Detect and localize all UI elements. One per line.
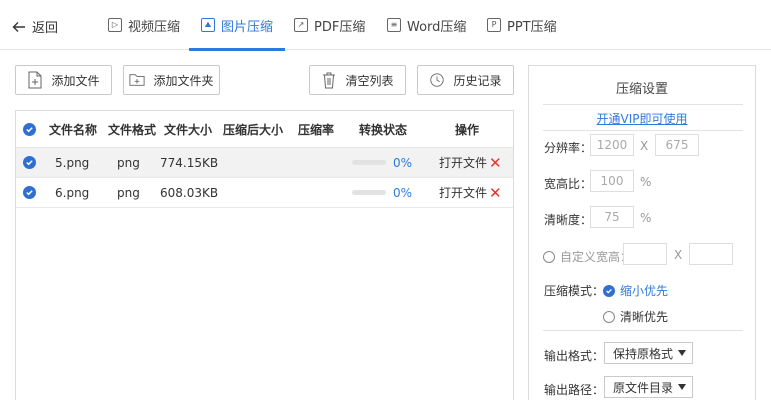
tab-label: 视频压缩 xyxy=(128,19,181,35)
mode-option-label: 清晰优先 xyxy=(620,310,669,324)
check-icon xyxy=(26,190,33,196)
resolution-x: X xyxy=(640,139,649,153)
trash-icon xyxy=(323,72,336,89)
radio-checked-icon xyxy=(603,284,615,297)
arrow-left-icon xyxy=(12,21,25,32)
tab-pdf-compress[interactable]: ↗ PDF压缩 xyxy=(294,0,365,50)
divider xyxy=(543,330,743,331)
file-size: 774.15KB xyxy=(160,155,219,170)
tab-label: Word压缩 xyxy=(407,19,467,35)
table-row[interactable]: 5.png png 774.15KB 0% 打开文件 ✕ xyxy=(16,148,513,178)
check-icon xyxy=(26,160,33,166)
column-header: 压缩后大小 xyxy=(223,122,284,137)
word-file-icon: ≡ xyxy=(387,18,401,32)
add-file-button[interactable]: 添加文件 xyxy=(15,65,112,95)
output-format-select[interactable]: 保持原格式 xyxy=(604,342,693,364)
add-folder-button[interactable]: 添加文件夹 xyxy=(123,65,220,95)
file-format: png xyxy=(117,185,140,200)
add-folder-label: 添加文件夹 xyxy=(153,73,214,88)
row-checkbox[interactable] xyxy=(23,178,36,207)
resolution-height-input[interactable]: 675 xyxy=(655,134,699,156)
file-name: 6.png xyxy=(55,185,90,200)
aspect-input[interactable]: 100 xyxy=(590,170,634,192)
table-header: 文件名称 文件格式 文件大小 压缩后大小 压缩率 转换状态 操作 xyxy=(16,111,513,148)
ppt-file-icon: P xyxy=(487,18,501,32)
check-icon xyxy=(26,126,33,132)
table-row[interactable]: 6.png png 608.03KB 0% 打开文件 ✕ xyxy=(16,178,513,208)
divider xyxy=(543,130,743,131)
resolution-label: 分辨率： xyxy=(544,141,593,155)
mode-option-shrink[interactable]: 缩小优先 xyxy=(603,282,668,299)
pdf-file-icon: ↗ xyxy=(294,18,308,32)
back-button[interactable]: 返回 xyxy=(12,17,58,36)
column-header: 文件大小 xyxy=(164,122,213,137)
custom-height-input[interactable] xyxy=(689,243,733,265)
output-path-value: 原文件目录 xyxy=(613,380,674,395)
resolution-width-input[interactable]: 1200 xyxy=(590,134,634,156)
mode-option-clarity[interactable]: 清晰优先 xyxy=(603,308,668,325)
tab-image-compress[interactable]: ⛰ 图片压缩 xyxy=(188,0,286,51)
mode-option-label: 缩小优先 xyxy=(620,284,669,298)
tab-video-compress[interactable]: ▷ 视频压缩 xyxy=(108,0,180,50)
custom-size-label: 自定义宽高： xyxy=(560,250,633,264)
file-table: 文件名称 文件格式 文件大小 压缩后大小 压缩率 转换状态 操作 5.png p… xyxy=(15,110,514,400)
open-file-link[interactable]: 打开文件 xyxy=(439,148,487,177)
add-file-label: 添加文件 xyxy=(51,73,100,88)
custom-width-input[interactable] xyxy=(623,243,667,265)
custom-x: X xyxy=(674,248,683,262)
tab-label: 图片压缩 xyxy=(221,19,274,35)
column-header: 文件格式 xyxy=(108,122,157,137)
clear-list-label: 清空列表 xyxy=(345,73,394,88)
back-label: 返回 xyxy=(32,21,59,36)
video-file-icon: ▷ xyxy=(108,18,122,32)
tab-word-compress[interactable]: ≡ Word压缩 xyxy=(387,0,466,50)
progress-bar xyxy=(352,148,386,177)
add-file-icon xyxy=(28,71,42,89)
file-format: png xyxy=(117,155,140,170)
settings-title: 压缩设置 xyxy=(615,82,668,97)
open-file-link[interactable]: 打开文件 xyxy=(439,178,487,207)
tab-label: PDF压缩 xyxy=(314,19,366,35)
tab-label: PPT压缩 xyxy=(507,19,557,35)
compress-settings-panel: 压缩设置 开通VIP即可使用 分辨率： 1200 X 675 宽高比： 100 … xyxy=(528,65,756,400)
column-header: 操作 xyxy=(455,122,480,137)
clarity-unit: % xyxy=(640,211,652,225)
history-button[interactable]: 历史记录 xyxy=(417,65,514,95)
top-nav: 返回 ▷ 视频压缩 ⛰ 图片压缩 ↗ PDF压缩 ≡ Word压缩 P PPT压… xyxy=(0,0,771,51)
output-path-select[interactable]: 原文件目录 xyxy=(604,376,693,398)
row-checkbox[interactable] xyxy=(23,148,36,177)
caret-down-icon xyxy=(678,350,686,356)
image-file-icon: ⛰ xyxy=(201,18,215,32)
column-header: 压缩率 xyxy=(298,122,335,137)
custom-size-radio[interactable]: 自定义宽高： xyxy=(543,248,632,265)
clear-list-button[interactable]: 清空列表 xyxy=(309,65,406,95)
delete-icon[interactable]: ✕ xyxy=(489,178,502,207)
aspect-unit: % xyxy=(640,175,652,189)
tab-ppt-compress[interactable]: P PPT压缩 xyxy=(487,0,557,50)
radio-button-icon xyxy=(603,310,615,323)
file-name: 5.png xyxy=(55,155,90,170)
column-header: 转换状态 xyxy=(359,122,408,137)
aspect-label: 宽高比： xyxy=(544,177,593,191)
divider xyxy=(543,104,743,105)
output-format-value: 保持原格式 xyxy=(613,346,674,361)
clock-icon xyxy=(430,73,445,87)
clarity-label: 清晰度： xyxy=(544,213,593,227)
column-header: 文件名称 xyxy=(49,122,98,137)
file-size: 608.03KB xyxy=(160,185,219,200)
progress-percent: 0% xyxy=(393,185,413,200)
vip-link[interactable]: 开通VIP即可使用 xyxy=(529,110,755,127)
output-path-label: 输出路径： xyxy=(544,383,605,397)
caret-down-icon xyxy=(678,384,686,390)
select-all-checkbox[interactable] xyxy=(23,111,36,147)
radio-button-icon xyxy=(543,250,555,263)
add-folder-icon xyxy=(129,74,146,86)
delete-icon[interactable]: ✕ xyxy=(489,148,502,177)
clarity-input[interactable]: 75 xyxy=(590,206,634,228)
output-format-label: 输出格式： xyxy=(544,349,605,363)
history-label: 历史记录 xyxy=(453,73,502,88)
mode-label: 压缩模式： xyxy=(544,284,605,298)
progress-percent: 0% xyxy=(393,155,413,170)
progress-bar xyxy=(352,178,386,207)
